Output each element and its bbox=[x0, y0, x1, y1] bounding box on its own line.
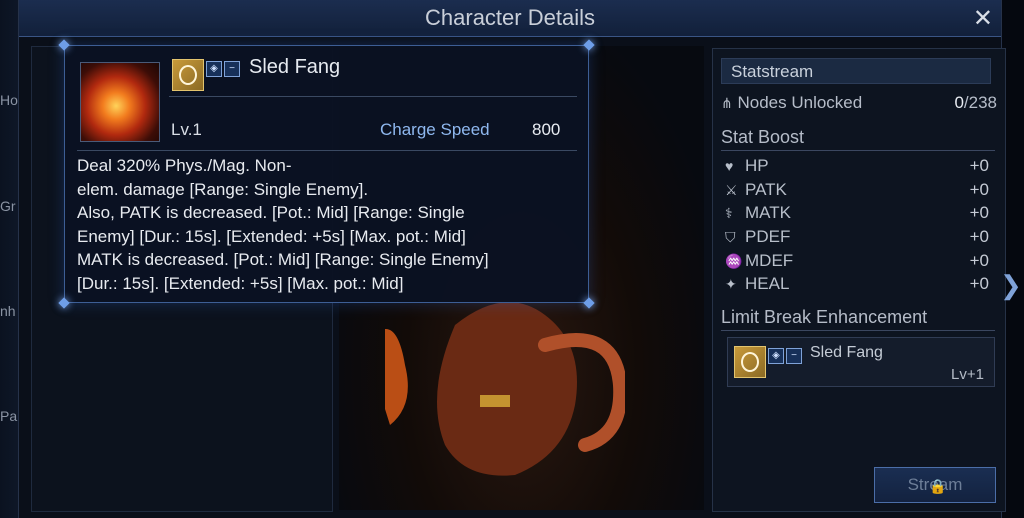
stat-value: +0 bbox=[969, 156, 989, 175]
partial-label: nh bbox=[0, 303, 16, 319]
stat-row-heal: ✦ HEAL +0 bbox=[725, 274, 989, 296]
nodes-unlocked-value: 0/238 bbox=[954, 93, 997, 113]
ability-description: Deal 320% Phys./Mag. Non- elem. damage [… bbox=[77, 156, 489, 293]
materia-icon bbox=[172, 59, 204, 91]
nodes-unlocked-row: ⋔ Nodes Unlocked 0/238 bbox=[721, 93, 997, 113]
stat-label: MATK bbox=[745, 203, 791, 222]
stat-row-hp: ♥ HP +0 bbox=[725, 156, 989, 178]
limit-break-name: Sled Fang bbox=[810, 344, 883, 361]
stream-button[interactable]: Stream 🔒 bbox=[874, 467, 996, 503]
next-arrow-icon[interactable]: ❯ bbox=[1000, 270, 1022, 301]
nodes-unlocked-label: Nodes Unlocked bbox=[737, 93, 863, 112]
ability-level: Lv.1 bbox=[171, 120, 202, 139]
limit-break-card[interactable]: ◈ − Sled Fang Lv+1 bbox=[727, 337, 995, 387]
ability-name: Sled Fang bbox=[249, 56, 341, 78]
element-icon: ◈ bbox=[768, 348, 784, 364]
stat-value: +0 bbox=[969, 274, 989, 293]
minus-badge: − bbox=[224, 61, 240, 77]
stat-value: +0 bbox=[969, 180, 989, 199]
heart-icon: ♥ bbox=[725, 158, 734, 174]
nodes-total: /238 bbox=[963, 93, 997, 112]
partial-label: Pa bbox=[0, 408, 18, 424]
lock-icon: 🔒 bbox=[929, 478, 947, 494]
divider bbox=[77, 150, 577, 151]
partial-label: Gr bbox=[0, 198, 16, 214]
ability-tooltip: ◈ − Sled Fang Lv.1 Charge Speed 800 Deal… bbox=[58, 39, 595, 309]
nodes-unlocked-count: 0 bbox=[954, 93, 964, 112]
stat-boost-header: Stat Boost bbox=[721, 127, 995, 151]
minus-badge: − bbox=[786, 348, 802, 364]
limit-break-header: Limit Break Enhancement bbox=[721, 307, 995, 331]
node-icon: ⋔ bbox=[721, 95, 733, 111]
shield-icon: ⛉ bbox=[725, 229, 736, 245]
stat-row-matk: ⚕ MATK +0 bbox=[725, 203, 989, 225]
statstream-header: Statstream bbox=[721, 58, 991, 84]
materia-icon bbox=[734, 346, 766, 378]
stat-row-patk: ⚔ PATK +0 bbox=[725, 180, 989, 202]
element-icon: ◈ bbox=[206, 61, 222, 77]
stat-label: HEAL bbox=[745, 274, 790, 293]
stat-row-mdef: ♒ MDEF +0 bbox=[725, 251, 989, 273]
stat-value: +0 bbox=[969, 251, 989, 270]
stat-value: +0 bbox=[969, 203, 989, 222]
partial-label: Ho bbox=[0, 92, 18, 108]
close-icon[interactable]: ✕ bbox=[973, 4, 993, 33]
staff-icon: ⚕ bbox=[725, 205, 733, 221]
stat-label: HP bbox=[745, 156, 769, 175]
divider bbox=[169, 96, 577, 97]
stat-label: PATK bbox=[745, 180, 787, 199]
ability-thumbnail bbox=[80, 62, 160, 142]
stat-label: PDEF bbox=[745, 227, 791, 246]
character-illustration bbox=[385, 302, 625, 476]
stat-value: +0 bbox=[969, 227, 989, 246]
charge-speed-value: 800 bbox=[532, 120, 561, 139]
statstream-panel: Statstream ⋔ Nodes Unlocked 0/238 Stat B… bbox=[712, 48, 1006, 512]
limit-break-level: Lv+1 bbox=[951, 366, 984, 383]
hat-icon: ♒ bbox=[725, 253, 743, 269]
sparkle-icon: ✦ bbox=[725, 276, 737, 292]
title-bar: Character Details ✕ bbox=[19, 0, 1001, 37]
charge-speed-label: Charge Speed bbox=[380, 120, 490, 139]
stat-row-pdef: ⛉ PDEF +0 bbox=[725, 227, 989, 249]
sword-icon: ⚔ bbox=[725, 182, 738, 198]
window-title: Character Details bbox=[425, 5, 595, 30]
stat-label: MDEF bbox=[745, 251, 794, 270]
